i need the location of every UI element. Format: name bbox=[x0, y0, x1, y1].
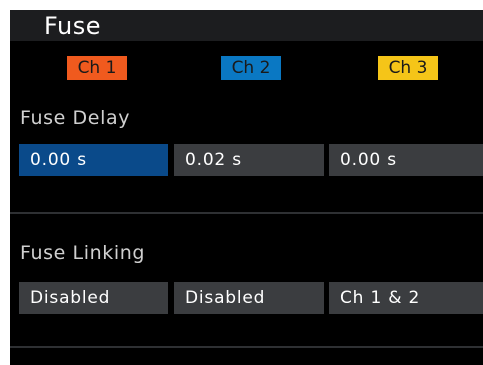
section-divider bbox=[10, 346, 483, 348]
channel-1-badge: Ch 1 bbox=[67, 56, 127, 80]
channel-2-badge: Ch 2 bbox=[221, 56, 281, 80]
title-bar: Fuse bbox=[10, 10, 483, 41]
channel-3-badge: Ch 3 bbox=[378, 56, 438, 80]
fuse-linking-label: Fuse Linking bbox=[20, 242, 146, 264]
fuse-linking-ch2-field[interactable]: Disabled bbox=[174, 282, 324, 314]
fuse-delay-ch1-field[interactable]: 0.00 s bbox=[19, 144, 168, 176]
section-divider bbox=[10, 212, 483, 214]
page-title: Fuse bbox=[44, 12, 101, 40]
instrument-screen: Fuse Ch 1 Ch 2 Ch 3 Fuse Delay 0.00 s 0.… bbox=[10, 10, 483, 365]
fuse-delay-label: Fuse Delay bbox=[20, 107, 131, 129]
page: Fuse Ch 1 Ch 2 Ch 3 Fuse Delay 0.00 s 0.… bbox=[0, 0, 483, 365]
fuse-linking-ch3-field[interactable]: Ch 1 & 2 bbox=[329, 282, 483, 314]
fuse-linking-ch1-field[interactable]: Disabled bbox=[19, 282, 168, 314]
fuse-delay-ch2-field[interactable]: 0.02 s bbox=[174, 144, 324, 176]
fuse-delay-ch3-field[interactable]: 0.00 s bbox=[329, 144, 483, 176]
